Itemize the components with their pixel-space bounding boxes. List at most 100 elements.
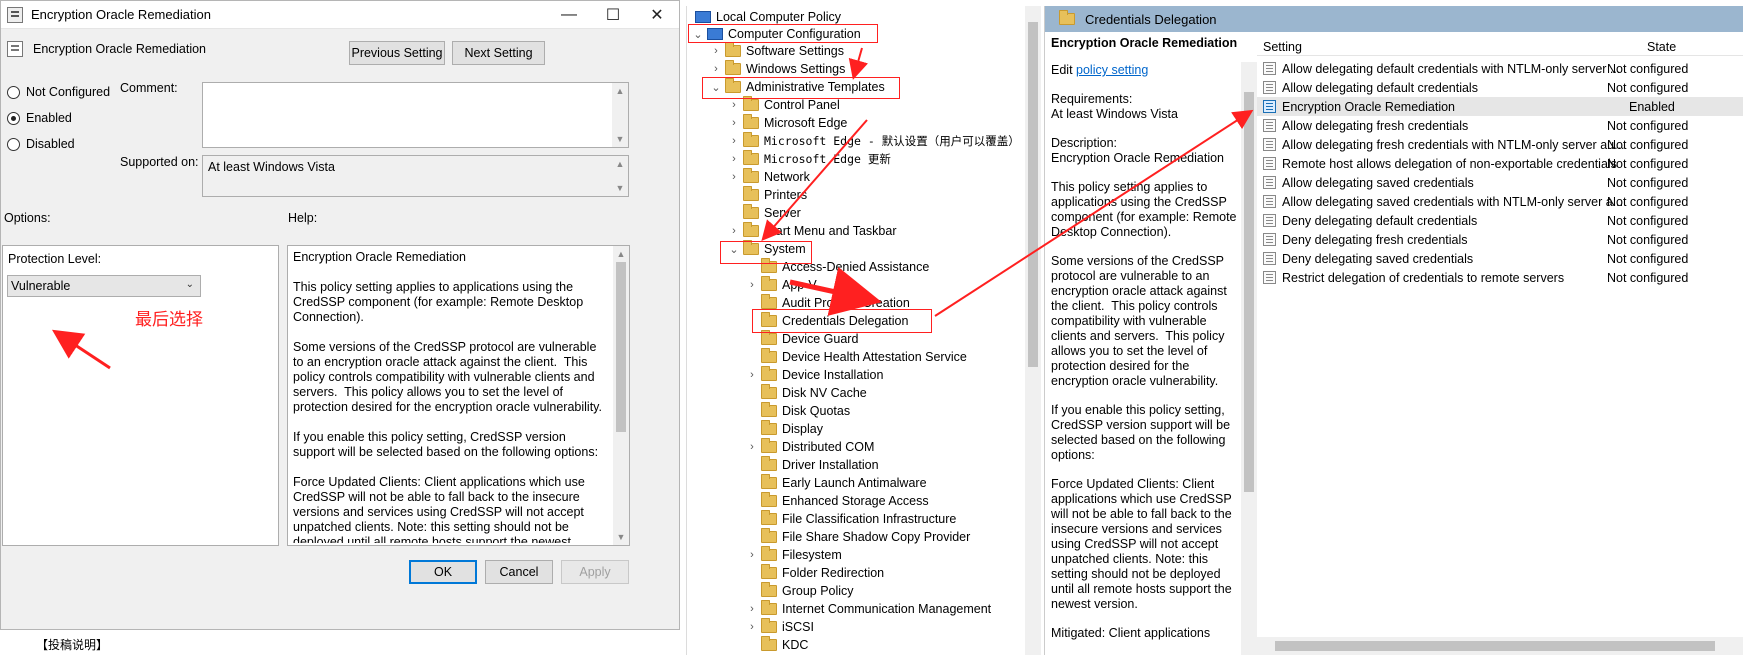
table-row[interactable]: Allow delegating default credentials wit… <box>1257 59 1743 78</box>
tree-item-audit-process[interactable]: Audit Process Creation <box>745 294 910 312</box>
tree-item-filesystem[interactable]: › Filesystem <box>745 546 842 564</box>
chevron-down-icon[interactable]: ⌄ <box>186 279 194 290</box>
tree-item-local-computer-policy[interactable]: Local Computer Policy <box>693 8 841 26</box>
supported-scrollbar[interactable]: ▲ ▼ <box>612 156 628 196</box>
ok-button[interactable]: OK <box>409 560 477 584</box>
tree-item-start-menu[interactable]: › Start Menu and Taskbar <box>727 222 896 240</box>
scroll-up-icon[interactable]: ▲ <box>612 156 628 172</box>
tree-item-access-denied[interactable]: Access-Denied Assistance <box>745 258 929 276</box>
radio-not-configured[interactable]: Not Configured <box>7 85 110 99</box>
close-icon[interactable]: ✕ <box>635 1 679 29</box>
radio-circle-selected[interactable] <box>7 111 20 125</box>
chevron-right-icon[interactable]: › <box>745 549 759 561</box>
table-row[interactable]: Deny delegating default credentials Not c… <box>1257 211 1743 230</box>
tree-item-control-panel[interactable]: › Control Panel <box>727 96 840 114</box>
policy-setting-link[interactable]: policy setting <box>1076 63 1148 77</box>
tree-item-display[interactable]: Display <box>745 420 823 438</box>
tree-item-server[interactable]: Server <box>727 204 801 222</box>
chevron-right-icon[interactable]: › <box>709 45 723 57</box>
tree-item-internet-communication[interactable]: › Internet Communication Management <box>745 600 991 618</box>
tree-item-microsoft-edge[interactable]: › Microsoft Edge <box>727 114 847 132</box>
tree-item-device-installation[interactable]: › Device Installation <box>745 366 883 384</box>
tree-item-administrative-templates[interactable]: ⌄ Administrative Templates <box>709 78 885 96</box>
chevron-right-icon[interactable]: › <box>709 63 723 75</box>
table-row-selected[interactable]: Encryption Oracle Remediation Enabled <box>1257 97 1743 116</box>
table-row[interactable]: Allow delegating fresh credentials Not co… <box>1257 116 1743 135</box>
list-horizontal-scrollbar[interactable] <box>1257 637 1743 655</box>
tree-item-credentials-delegation[interactable]: Credentials Delegation <box>745 312 909 330</box>
cancel-button[interactable]: Cancel <box>485 560 553 584</box>
help-scrollbar[interactable]: ▲ ▼ <box>613 246 629 545</box>
chevron-right-icon[interactable]: › <box>727 171 741 183</box>
description-scrollbar[interactable] <box>1241 62 1257 655</box>
table-row[interactable]: Allow delegating default credentials Not … <box>1257 78 1743 97</box>
chevron-right-icon[interactable]: › <box>727 225 741 237</box>
scroll-down-icon[interactable]: ▼ <box>612 131 628 147</box>
tree-item-printers[interactable]: Printers <box>727 186 807 204</box>
chevron-right-icon[interactable]: › <box>745 603 759 615</box>
tree-item-distributed-com[interactable]: › Distributed COM <box>745 438 874 456</box>
comment-textarea[interactable]: ▲ ▼ <box>202 82 629 148</box>
scroll-up-icon[interactable]: ▲ <box>612 83 628 99</box>
previous-setting-button[interactable]: Previous Setting <box>349 41 445 65</box>
column-header-setting[interactable]: Setting <box>1263 40 1302 54</box>
tree-item-microsoft-edge-update[interactable]: › Microsoft Edge 更新 <box>727 150 891 168</box>
scroll-thumb[interactable] <box>1028 22 1038 367</box>
tree-item-software-settings[interactable]: › Software Settings <box>709 42 844 60</box>
chevron-right-icon[interactable]: › <box>745 621 759 633</box>
next-setting-button[interactable]: Next Setting <box>452 41 545 65</box>
tree-item-disk-nv-cache[interactable]: Disk NV Cache <box>745 384 867 402</box>
tree-scrollbar[interactable] <box>1025 6 1041 655</box>
chevron-right-icon[interactable]: › <box>727 99 741 111</box>
table-row[interactable]: Remote host allows delegation of non-exp… <box>1257 154 1743 173</box>
chevron-right-icon[interactable]: › <box>727 135 741 147</box>
chevron-down-icon[interactable]: ⌄ <box>691 28 705 41</box>
table-row[interactable]: Allow delegating saved credentials Not co… <box>1257 173 1743 192</box>
tree-item-disk-quotas[interactable]: Disk Quotas <box>745 402 850 420</box>
tree-item-network[interactable]: › Network <box>727 168 810 186</box>
comment-scrollbar[interactable]: ▲ ▼ <box>612 83 628 147</box>
table-row[interactable]: Deny delegating saved credentials Not con… <box>1257 249 1743 268</box>
radio-circle[interactable] <box>7 137 20 151</box>
tree-item-folder-redirection[interactable]: Folder Redirection <box>745 564 884 582</box>
scroll-thumb[interactable] <box>1275 641 1715 651</box>
tree-item-device-health[interactable]: Device Health Attestation Service <box>745 348 967 366</box>
chevron-down-icon[interactable]: ⌄ <box>727 243 741 256</box>
tree-item-driver-installation[interactable]: Driver Installation <box>745 456 879 474</box>
minimize-icon[interactable]: — <box>547 1 591 29</box>
chevron-down-icon[interactable]: ⌄ <box>709 81 723 94</box>
radio-disabled[interactable]: Disabled <box>7 137 75 151</box>
tree-item-system[interactable]: ⌄ System <box>727 240 806 258</box>
protection-level-select[interactable]: Vulnerable ⌄ <box>7 275 201 297</box>
chevron-right-icon[interactable]: › <box>745 369 759 381</box>
tree-item-file-share-shadow[interactable]: File Share Shadow Copy Provider <box>745 528 970 546</box>
maximize-icon[interactable]: ☐ <box>591 1 635 29</box>
radio-circle[interactable] <box>7 85 20 99</box>
tree-item-early-launch[interactable]: Early Launch Antimalware <box>745 474 927 492</box>
table-row[interactable]: Allow delegating saved credentials with … <box>1257 192 1743 211</box>
tree-item-group-policy[interactable]: Group Policy <box>745 582 854 600</box>
chevron-right-icon[interactable]: › <box>745 279 759 291</box>
chevron-right-icon[interactable]: › <box>727 153 741 165</box>
scroll-down-icon[interactable]: ▼ <box>613 529 629 545</box>
scroll-down-icon[interactable]: ▼ <box>612 180 628 196</box>
tree-item-enhanced-storage[interactable]: Enhanced Storage Access <box>745 492 929 510</box>
tree-item-microsoft-edge-default[interactable]: › Microsoft Edge - 默认设置（用户可以覆盖） <box>727 132 1020 150</box>
chevron-right-icon[interactable]: › <box>745 441 759 453</box>
tree-item-computer-configuration[interactable]: ⌄ Computer Configuration <box>691 25 860 43</box>
scroll-thumb[interactable] <box>1244 92 1254 492</box>
apply-button[interactable]: Apply <box>561 560 629 584</box>
radio-enabled[interactable]: Enabled <box>7 111 72 125</box>
tree-item-file-classification[interactable]: File Classification Infrastructure <box>745 510 956 528</box>
tree-item-kdc[interactable]: KDC <box>745 636 808 654</box>
tree-item-app-v[interactable]: › App-V <box>745 276 817 294</box>
scroll-up-icon[interactable]: ▲ <box>613 246 629 262</box>
table-row[interactable]: Allow delegating fresh credentials with … <box>1257 135 1743 154</box>
chevron-right-icon[interactable]: › <box>727 117 741 129</box>
table-row[interactable]: Restrict delegation of credentials to re… <box>1257 268 1743 287</box>
column-header-state[interactable]: State <box>1647 40 1676 54</box>
table-row[interactable]: Deny delegating fresh credentials Not con… <box>1257 230 1743 249</box>
scroll-thumb[interactable] <box>616 262 626 432</box>
tree-item-windows-settings[interactable]: › Windows Settings <box>709 60 845 78</box>
tree-item-device-guard[interactable]: Device Guard <box>745 330 858 348</box>
